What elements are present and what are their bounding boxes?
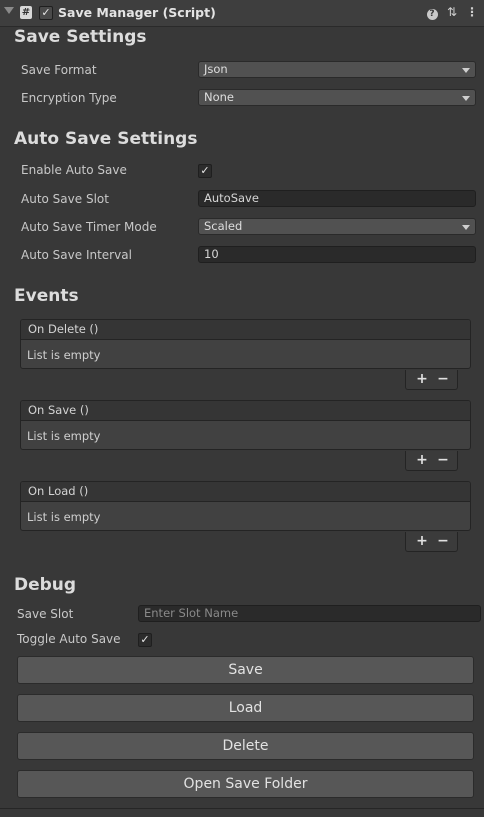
- section-title-save-settings: Save Settings: [14, 27, 147, 47]
- foldout-arrow-icon[interactable]: [4, 7, 14, 14]
- dropdown-arrow-icon: [462, 225, 470, 230]
- encryption-type-label: Encryption Type: [21, 91, 117, 105]
- remove-listener-button[interactable]: −: [433, 533, 453, 549]
- event-list-on-save: On Save () List is empty: [20, 400, 471, 450]
- load-button[interactable]: Load: [17, 694, 474, 722]
- remove-listener-button[interactable]: −: [433, 452, 453, 468]
- auto-save-interval-input[interactable]: 10: [198, 246, 476, 263]
- event-list-header: On Load (): [21, 482, 470, 502]
- context-menu-icon[interactable]: ⋮: [465, 5, 479, 19]
- auto-save-timer-mode-label: Auto Save Timer Mode: [21, 220, 157, 234]
- event-list-empty-text: List is empty: [27, 429, 101, 443]
- script-icon: #: [20, 6, 32, 19]
- component-title: Save Manager (Script): [58, 5, 216, 20]
- auto-save-timer-mode-value: Scaled: [204, 219, 243, 233]
- save-format-dropdown[interactable]: Json: [198, 61, 476, 78]
- auto-save-timer-mode-dropdown[interactable]: Scaled: [198, 218, 476, 235]
- dropdown-arrow-icon: [462, 68, 470, 73]
- encryption-type-dropdown[interactable]: None: [198, 89, 476, 106]
- add-listener-button[interactable]: +: [412, 371, 432, 387]
- auto-save-slot-input[interactable]: AutoSave: [198, 190, 476, 207]
- event-list-on-load: On Load () List is empty: [20, 481, 471, 531]
- event-list-add-remove: + −: [405, 532, 458, 552]
- save-slot-input[interactable]: Enter Slot Name: [138, 605, 481, 622]
- add-listener-button[interactable]: +: [412, 533, 432, 549]
- inspector-component-header[interactable]: # ✓ Save Manager (Script) ? ⇅ ⋮: [0, 0, 484, 27]
- event-list-header: On Save (): [21, 401, 470, 421]
- toggle-auto-save-label: Toggle Auto Save: [17, 632, 121, 646]
- encryption-type-value: None: [204, 90, 235, 104]
- event-list-empty-text: List is empty: [27, 510, 101, 524]
- auto-save-slot-label: Auto Save Slot: [21, 192, 109, 206]
- save-format-value: Json: [204, 62, 228, 76]
- event-list-add-remove: + −: [405, 370, 458, 390]
- open-save-folder-button[interactable]: Open Save Folder: [17, 770, 474, 798]
- section-title-events: Events: [14, 286, 79, 306]
- save-button[interactable]: Save: [17, 656, 474, 684]
- save-format-label: Save Format: [21, 63, 97, 77]
- save-slot-label: Save Slot: [17, 607, 74, 621]
- component-divider: [0, 808, 484, 809]
- presets-icon[interactable]: ⇅: [445, 5, 459, 19]
- remove-listener-button[interactable]: −: [433, 371, 453, 387]
- section-title-debug: Debug: [14, 575, 77, 595]
- dropdown-arrow-icon: [462, 96, 470, 101]
- event-list-on-delete: On Delete () List is empty: [20, 319, 471, 369]
- section-title-auto-save-settings: Auto Save Settings: [14, 129, 198, 149]
- component-enabled-checkbox[interactable]: ✓: [39, 6, 53, 20]
- delete-button[interactable]: Delete: [17, 732, 474, 760]
- toggle-auto-save-checkbox[interactable]: ✓: [138, 633, 152, 647]
- help-icon[interactable]: ?: [425, 5, 439, 20]
- event-list-header: On Delete (): [21, 320, 470, 340]
- enable-auto-save-checkbox[interactable]: ✓: [198, 164, 212, 178]
- auto-save-interval-label: Auto Save Interval: [21, 248, 132, 262]
- enable-auto-save-label: Enable Auto Save: [21, 163, 127, 177]
- event-list-add-remove: + −: [405, 451, 458, 471]
- add-listener-button[interactable]: +: [412, 452, 432, 468]
- event-list-empty-text: List is empty: [27, 348, 101, 362]
